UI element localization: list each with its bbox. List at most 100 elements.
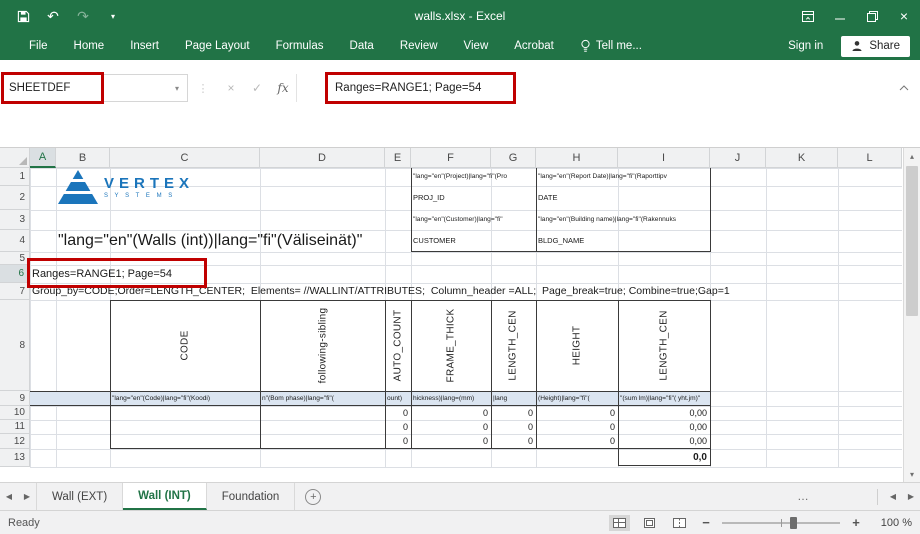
ribbon-tab-page-layout[interactable]: Page Layout: [172, 32, 263, 60]
cell-H2[interactable]: DATE: [536, 186, 618, 210]
qat-customize-button[interactable]: ▾: [98, 0, 128, 32]
ribbon-tab-acrobat[interactable]: Acrobat: [501, 32, 567, 60]
rotated-header-frame-thick[interactable]: FRAME_THICK: [411, 300, 491, 391]
cancel-button[interactable]: ×: [218, 81, 244, 95]
column-header-I[interactable]: I: [618, 148, 710, 168]
ribbon-tab-insert[interactable]: Insert: [117, 32, 172, 60]
page-break-view-button[interactable]: [669, 515, 690, 531]
column-header-H[interactable]: H: [536, 148, 618, 168]
cell-H10[interactable]: 0: [536, 406, 618, 420]
cell-F4[interactable]: CUSTOMER: [411, 230, 491, 252]
tab-overflow-icon[interactable]: …: [793, 491, 813, 503]
ribbon-tab-review[interactable]: Review: [387, 32, 451, 60]
cell-F2[interactable]: PROJ_ID: [411, 186, 491, 210]
cell-E12[interactable]: 0: [385, 434, 411, 449]
cell-A6[interactable]: Ranges=RANGE1; Page=54: [30, 265, 230, 283]
cell-H12[interactable]: 0: [536, 434, 618, 449]
sheet-tab-wall-ext-[interactable]: Wall (EXT): [36, 483, 123, 510]
column-header-F[interactable]: F: [411, 148, 491, 168]
scroll-down-icon[interactable]: ▾: [904, 466, 920, 482]
sign-in-button[interactable]: Sign in: [788, 40, 823, 52]
rotated-header-auto-count[interactable]: AUTO_COUNT: [385, 300, 411, 391]
ribbon-display-options-button[interactable]: [792, 0, 824, 32]
cell-E10[interactable]: 0: [385, 406, 411, 420]
row-header-12[interactable]: 12: [0, 434, 30, 449]
formula-input[interactable]: Ranges=RANGE1; Page=54: [296, 74, 892, 102]
scrollbar-thumb[interactable]: [906, 166, 918, 316]
row-header-13[interactable]: 13: [0, 449, 30, 467]
rotated-header-height[interactable]: HEIGHT: [536, 300, 618, 391]
cell-G12[interactable]: 0: [491, 434, 536, 449]
row-header-5[interactable]: 5: [0, 252, 30, 265]
rotated-header-length-cen[interactable]: LENGTH_CEN: [618, 300, 710, 391]
cell-E9[interactable]: ount): [385, 391, 411, 406]
name-box-value[interactable]: SHEETDEF: [3, 82, 167, 94]
save-button[interactable]: [8, 0, 38, 32]
cell-I13[interactable]: 0,0: [618, 449, 710, 467]
column-header-A[interactable]: A: [30, 148, 56, 168]
undo-button[interactable]: ↶: [38, 0, 68, 32]
ribbon-tab-view[interactable]: View: [451, 32, 502, 60]
ribbon-tab-home[interactable]: Home: [61, 32, 118, 60]
cell-F9[interactable]: hickness)|lang=(mm): [411, 391, 491, 406]
cell-I11[interactable]: 0,00: [618, 420, 710, 434]
share-button[interactable]: Share: [841, 36, 910, 57]
formula-bar-drag-handle[interactable]: ⋮: [188, 82, 218, 95]
ribbon-tab-file[interactable]: File: [16, 32, 61, 60]
minimize-button[interactable]: [824, 0, 856, 32]
new-sheet-button[interactable]: +: [305, 489, 321, 505]
select-all-corner[interactable]: [0, 148, 30, 168]
rotated-header-following-sibling[interactable]: following-sibling: [260, 300, 385, 391]
scroll-up-icon[interactable]: ▴: [904, 148, 920, 164]
cell-I10[interactable]: 0,00: [618, 406, 710, 420]
cell-F12[interactable]: 0: [411, 434, 491, 449]
column-header-G[interactable]: G: [491, 148, 536, 168]
cell-A7[interactable]: Group_by=CODE;Order=LENGTH_CENTER; Eleme…: [30, 283, 720, 300]
redo-button[interactable]: ↷: [68, 0, 98, 32]
insert-function-button[interactable]: fx: [270, 81, 296, 95]
page-layout-view-button[interactable]: [639, 515, 660, 531]
column-header-C[interactable]: C: [110, 148, 260, 168]
row-header-9[interactable]: 9: [0, 391, 30, 406]
row-header-6[interactable]: 6: [0, 265, 30, 283]
zoom-in-button[interactable]: +: [849, 515, 863, 530]
cell-H11[interactable]: 0: [536, 420, 618, 434]
ribbon-tab-formulas[interactable]: Formulas: [263, 32, 337, 60]
zoom-slider-thumb[interactable]: [790, 517, 797, 529]
tab-scroll-left-icon[interactable]: ◀: [0, 483, 18, 510]
cell-H9[interactable]: (Height)|lang="fi"(: [536, 391, 618, 406]
row-header-8[interactable]: 8: [0, 300, 30, 391]
cell-I12[interactable]: 0,00: [618, 434, 710, 449]
cell-G9[interactable]: |lang: [491, 391, 536, 406]
zoom-slider[interactable]: [722, 522, 840, 524]
vertical-scrollbar[interactable]: ▴ ▾: [903, 148, 920, 482]
column-header-L[interactable]: L: [838, 148, 902, 168]
cell-F1[interactable]: "lang="en"(Project)|lang="fi"(Pro: [411, 168, 535, 186]
cell-D9[interactable]: n"(Bom phase)|lang="fi"(: [260, 391, 385, 406]
cell-B4[interactable]: "lang="en"(Walls (int))|lang="fi"(Välise…: [56, 230, 396, 252]
cell-F3[interactable]: "lang="en"(Customer)|lang="fi": [411, 210, 535, 230]
rotated-header-code[interactable]: CODE: [110, 300, 260, 391]
cell-E11[interactable]: 0: [385, 420, 411, 434]
column-header-E[interactable]: E: [385, 148, 411, 168]
cell-H3[interactable]: "lang="en"(Building name)|lang="fi"(Rake…: [536, 210, 709, 230]
hscroll-right-icon[interactable]: ▶: [902, 483, 920, 510]
cell-G11[interactable]: 0: [491, 420, 536, 434]
collapse-formula-bar-button[interactable]: [892, 85, 916, 91]
name-box[interactable]: SHEETDEF ▾: [2, 74, 188, 102]
sheet-tab-wall-int-[interactable]: Wall (INT): [123, 483, 207, 510]
enter-button[interactable]: ✓: [244, 81, 270, 95]
zoom-level[interactable]: 100 %: [872, 517, 912, 529]
restore-button[interactable]: [856, 0, 888, 32]
hscroll-left-icon[interactable]: ◀: [884, 483, 902, 510]
cell-C9[interactable]: "lang="en"(Code)|lang="fi"(Koodi): [110, 391, 260, 406]
row-header-2[interactable]: 2: [0, 186, 30, 210]
sheet-tab-foundation[interactable]: Foundation: [207, 483, 296, 510]
cell-I9[interactable]: "(sum lm)|lang="fi"( yht.jm)": [618, 391, 710, 406]
zoom-out-button[interactable]: −: [699, 515, 713, 530]
tab-scroll-right-icon[interactable]: ▶: [18, 483, 36, 510]
close-button[interactable]: ×: [888, 0, 920, 32]
cell-H4[interactable]: BLDG_NAME: [536, 230, 618, 252]
row-header-10[interactable]: 10: [0, 406, 30, 420]
sheet-grid[interactable]: VERTEX S Y S T E M S ABCDEFGHIJKL1234567…: [0, 148, 902, 482]
